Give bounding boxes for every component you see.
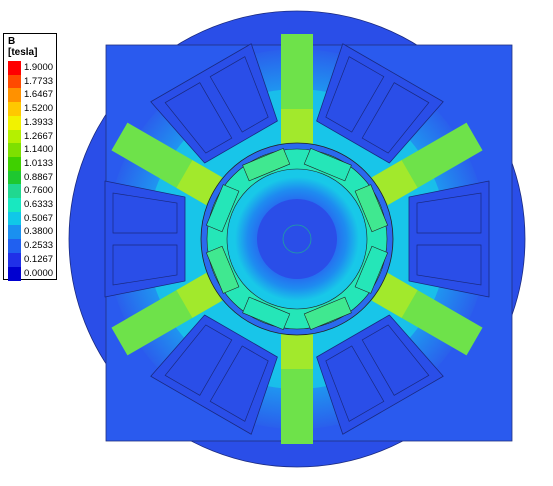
tooth-saturation: [281, 335, 313, 369]
flux-density-plot: [68, 10, 526, 468]
stator-slot: [104, 180, 186, 298]
tooth-saturation: [281, 109, 313, 143]
stator-slot: [408, 180, 490, 298]
rotor-inner: [257, 199, 337, 279]
